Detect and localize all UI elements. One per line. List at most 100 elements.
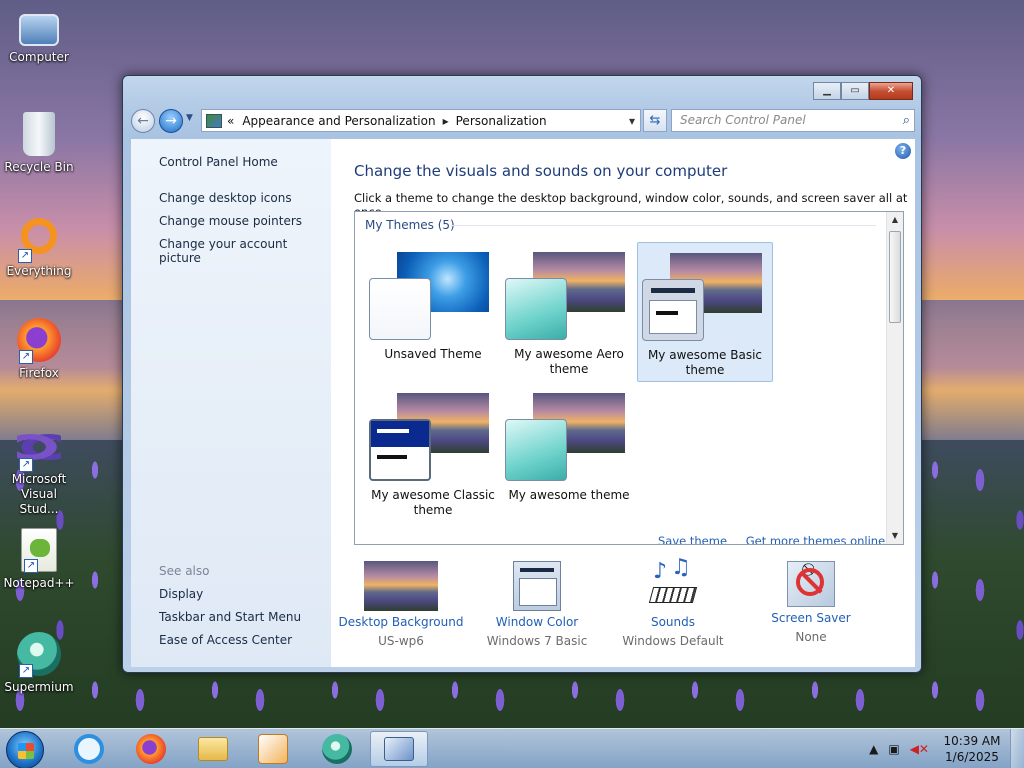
minimize-button[interactable]: ▁ [813, 82, 841, 100]
save-theme-link[interactable]: Save theme [658, 534, 727, 544]
control-panel-icon [384, 737, 414, 761]
see-also-heading: See also [159, 564, 210, 578]
shortcut-arrow-icon: ↗ [18, 249, 32, 263]
theme-color-swatch [505, 278, 567, 340]
address-bar[interactable]: « Appearance and Personalization ▸ Perso… [201, 109, 641, 132]
desktop-icon-label: Supermium [4, 680, 74, 694]
taskbar-supermium[interactable] [308, 731, 366, 767]
refresh-button[interactable]: ⇆ [643, 109, 667, 132]
taskbar-internet-explorer[interactable] [60, 731, 118, 767]
show-desktop-button[interactable] [1010, 729, 1024, 768]
close-button[interactable]: ✕ [869, 82, 913, 100]
scroll-thumb[interactable] [889, 231, 901, 323]
show-hidden-icons-icon[interactable]: ▲ [869, 742, 878, 756]
setting-value: None [795, 630, 827, 644]
theme-label: Unsaved Theme [384, 347, 482, 361]
shortcut-arrow-icon: ↗ [19, 458, 33, 472]
left-navigation-pane: Control Panel Home Change desktop icons … [131, 139, 331, 667]
setting-value: US-wp6 [378, 634, 424, 648]
page-title: Change the visuals and sounds on your co… [354, 162, 728, 180]
computer-icon [19, 14, 59, 46]
chameleon-shape [30, 539, 50, 557]
sounds-setting[interactable]: ♪ ♫ Sounds Windows Default [603, 555, 743, 648]
desktop-background-icon [364, 561, 438, 611]
window-color-setting[interactable]: Window Color Windows 7 Basic [467, 557, 607, 648]
theme-basic[interactable]: My awesome Basic theme [637, 242, 773, 382]
desktop-icon-supermium[interactable]: ↗ Supermium [0, 632, 78, 695]
desktop-icon-firefox[interactable]: ↗ Firefox [0, 318, 78, 381]
start-button[interactable] [6, 731, 44, 768]
theme-color-swatch [369, 419, 431, 481]
setting-title[interactable]: Sounds [603, 615, 743, 629]
recycle-bin-icon [23, 112, 55, 156]
theme-awesome[interactable]: My awesome theme [501, 383, 637, 523]
setting-value: Windows 7 Basic [486, 634, 588, 648]
themes-scrollbar[interactable]: ▲ ▼ [886, 212, 903, 544]
back-button[interactable]: ← [131, 109, 155, 133]
change-desktop-icons-link[interactable]: Change desktop icons [159, 191, 292, 205]
folder-icon [198, 737, 228, 761]
scroll-down-icon[interactable]: ▼ [887, 528, 903, 544]
search-icon[interactable]: ⌕ [903, 110, 910, 131]
recent-pages-dropdown[interactable]: ▼ [186, 113, 193, 123]
windows-logo-icon [18, 743, 34, 759]
shortcut-arrow-icon: ↗ [19, 664, 33, 678]
search-placeholder: Search Control Panel [680, 113, 806, 127]
taskbar-explorer[interactable] [184, 731, 242, 767]
clock[interactable]: 10:39 AM 1/6/2025 [934, 733, 1010, 765]
desktop-icon-label: Microsoft Visual Stud... [11, 472, 67, 516]
desktop-icon-everything[interactable]: ↗ Everything [0, 216, 78, 279]
get-more-themes-link[interactable]: Get more themes online [746, 534, 885, 544]
display-link[interactable]: Display [159, 587, 203, 601]
taskbar-firefox[interactable] [122, 731, 180, 767]
taskbar-start-menu-link[interactable]: Taskbar and Start Menu [159, 610, 301, 624]
breadcrumb-personalization[interactable]: Personalization [456, 114, 547, 128]
theme-settings-row: Desktop Background US-wp6 Window Color W… [331, 555, 915, 657]
theme-classic[interactable]: My awesome Classic theme [365, 383, 501, 523]
setting-title[interactable]: Screen Saver [741, 611, 881, 625]
address-dropdown-icon[interactable]: ▾ [624, 114, 640, 128]
maximize-button[interactable]: ▭ [841, 82, 869, 100]
desktop-background-setting[interactable]: Desktop Background US-wp6 [331, 557, 471, 648]
setting-title[interactable]: Window Color [467, 615, 607, 629]
media-player-icon [258, 734, 288, 764]
network-icon[interactable]: ▣ [888, 742, 899, 756]
navigation-bar: ← → ▼ « Appearance and Personalization ▸… [131, 107, 915, 135]
desktop-icon-label: Computer [9, 50, 69, 64]
screen-saver-icon [787, 561, 835, 607]
screen-saver-setting[interactable]: Screen Saver None [741, 557, 881, 644]
breadcrumb-appearance[interactable]: Appearance and Personalization [242, 114, 435, 128]
theme-color-swatch [505, 419, 567, 481]
theme-aero[interactable]: My awesome Aero theme [501, 242, 637, 382]
taskbar-media-player[interactable] [244, 731, 302, 767]
theme-label: My awesome theme [508, 488, 630, 502]
personalization-window: ▁ ▭ ✕ ← → ▼ « Appearance and Personaliza… [122, 75, 922, 673]
ease-of-access-link[interactable]: Ease of Access Center [159, 633, 292, 647]
change-account-picture-link[interactable]: Change your account picture [159, 237, 331, 265]
scroll-up-icon[interactable]: ▲ [887, 212, 903, 228]
everything-icon: ↗ [18, 218, 57, 263]
taskbar-control-panel[interactable] [370, 731, 428, 767]
theme-color-swatch [369, 278, 431, 340]
breadcrumb-overflow[interactable]: « [227, 114, 234, 128]
theme-label: My awesome Aero theme [514, 347, 624, 376]
setting-value: Windows Default [622, 634, 724, 648]
help-icon[interactable]: ? [895, 143, 911, 159]
forward-button[interactable]: → [159, 109, 183, 133]
theme-unsaved[interactable]: Unsaved Theme [365, 242, 501, 382]
group-divider [451, 225, 876, 226]
desktop-icon-visual-studio[interactable]: ↗ Microsoft Visual Stud... [0, 424, 78, 517]
my-themes-group-label: My Themes (5) [365, 218, 455, 232]
change-mouse-pointers-link[interactable]: Change mouse pointers [159, 214, 302, 228]
desktop-icon-notepadpp[interactable]: ↗ Notepad++ [0, 528, 78, 591]
breadcrumb-separator-icon[interactable]: ▸ [443, 114, 449, 128]
theme-label: My awesome Classic theme [371, 488, 495, 517]
desktop-icon-label: Everything [6, 264, 72, 278]
search-input[interactable]: Search Control Panel ⌕ [671, 109, 915, 132]
desktop-icon-recycle-bin[interactable]: Recycle Bin [0, 112, 78, 175]
control-panel-home-link[interactable]: Control Panel Home [159, 155, 278, 169]
setting-title[interactable]: Desktop Background [331, 615, 471, 629]
desktop-icon-computer[interactable]: Computer [0, 8, 78, 65]
volume-muted-icon[interactable]: ◀✕ [910, 742, 929, 756]
firefox-icon: ↗ [17, 318, 61, 364]
